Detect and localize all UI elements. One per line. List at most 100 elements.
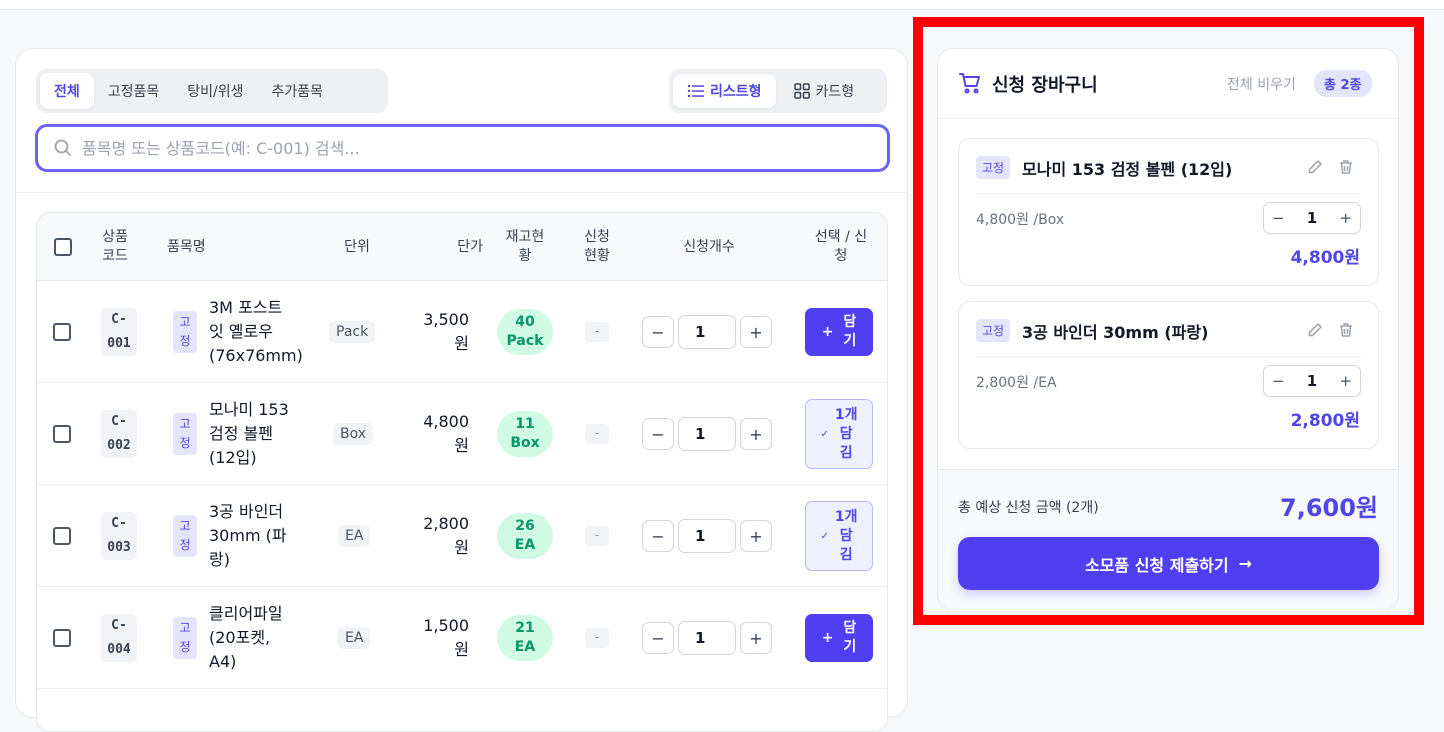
add-to-cart-button[interactable]: + 담 기 bbox=[805, 308, 873, 356]
row-checkbox[interactable] bbox=[53, 527, 71, 545]
search-icon bbox=[54, 139, 72, 157]
header-action: 선택 / 신 청 bbox=[814, 229, 868, 264]
code-cell: C- 004 bbox=[101, 587, 137, 689]
increase-button[interactable]: + bbox=[740, 316, 772, 348]
name-cell: 고 정 3M 포스트 잇 옐로우 (76x76mm) bbox=[173, 281, 313, 383]
unit-price: 4,800 원 bbox=[423, 412, 469, 455]
search-input[interactable] bbox=[82, 138, 862, 158]
quantity-input[interactable]: 1 bbox=[678, 621, 736, 655]
list-view-label: 리스트형 bbox=[710, 84, 762, 100]
list-icon bbox=[687, 84, 704, 98]
row-select-cell bbox=[53, 485, 71, 587]
status-cell: - bbox=[585, 485, 609, 587]
row-checkbox[interactable] bbox=[53, 323, 71, 341]
request-status: - bbox=[585, 628, 609, 648]
unit-price: 3,500 원 bbox=[423, 310, 469, 353]
name-cell: 고 정 3공 바인더 30mm (파 랑) bbox=[173, 485, 313, 587]
increase-button[interactable]: + bbox=[740, 520, 772, 552]
row-checkbox[interactable] bbox=[53, 629, 71, 647]
row-select-cell bbox=[53, 587, 71, 689]
unit-price: 2,800 원 bbox=[423, 514, 469, 557]
card-view-label: 카드형 bbox=[815, 84, 855, 100]
tab-extra[interactable]: 추가품목 bbox=[258, 73, 338, 109]
header-price: 단가 bbox=[457, 238, 483, 255]
header-code: 상품 코드 bbox=[102, 229, 128, 264]
add-label: 담 기 bbox=[843, 314, 857, 349]
plus-icon: + bbox=[821, 630, 834, 646]
list-view-button[interactable]: 리스트형 bbox=[673, 74, 776, 108]
product-code: C- 003 bbox=[101, 512, 137, 560]
quantity-input[interactable]: 1 bbox=[678, 417, 736, 451]
product-name: 모나미 153 검정 볼펜 (12입) bbox=[209, 400, 289, 467]
fixed-badge: 고 정 bbox=[173, 413, 197, 455]
code-cell: C- 002 bbox=[101, 383, 137, 485]
price-cell: 4,800 원 bbox=[417, 383, 469, 485]
fixed-badge: 고 정 bbox=[173, 515, 197, 557]
row-select-cell bbox=[53, 281, 71, 383]
action-cell: ✓ 1개 담 김 bbox=[805, 383, 873, 485]
add-to-cart-button[interactable]: + 담 기 bbox=[805, 614, 873, 662]
highlight-frame bbox=[913, 17, 1424, 625]
add-label: 담 기 bbox=[843, 620, 857, 655]
check-icon: ✓ bbox=[820, 428, 829, 440]
stock-cell: 26 EA bbox=[497, 485, 553, 587]
status-cell: - bbox=[585, 383, 609, 485]
category-tabs: 전체 고정품목 탕비/위생 추가품목 bbox=[36, 69, 388, 113]
unit-badge: EA bbox=[338, 525, 371, 547]
decrease-button[interactable]: − bbox=[642, 418, 674, 450]
quantity-input[interactable]: 1 bbox=[678, 519, 736, 553]
grid-icon bbox=[793, 83, 810, 99]
unit-cell: Box bbox=[333, 383, 374, 485]
added-to-cart-button[interactable]: ✓ 1개 담 김 bbox=[805, 399, 873, 469]
tab-fixed[interactable]: 고정품목 bbox=[94, 73, 174, 109]
decrease-button[interactable]: − bbox=[642, 316, 674, 348]
added-to-cart-button[interactable]: ✓ 1개 담 김 bbox=[805, 501, 873, 571]
increase-button[interactable]: + bbox=[740, 622, 772, 654]
stock-badge: 11 Box bbox=[497, 411, 553, 457]
fixed-badge: 고 정 bbox=[173, 311, 197, 353]
action-cell: + 담 기 bbox=[805, 281, 873, 383]
tab-all[interactable]: 전체 bbox=[40, 73, 94, 109]
top-bar bbox=[0, 0, 1444, 10]
decrease-button[interactable]: − bbox=[642, 622, 674, 654]
header-qty: 신청개수 bbox=[683, 238, 735, 255]
increase-button[interactable]: + bbox=[740, 418, 772, 450]
plus-icon: + bbox=[821, 324, 834, 340]
table-header: 상품 코드 품목명 단위 단가 재고현 황 신청 현황 신청개수 선택 / 신 … bbox=[37, 213, 887, 281]
unit-badge: EA bbox=[338, 627, 371, 649]
code-cell: C- 001 bbox=[101, 281, 137, 383]
row-checkbox[interactable] bbox=[53, 425, 71, 443]
status-cell: - bbox=[585, 281, 609, 383]
added-label: 1개 담 김 bbox=[834, 508, 858, 563]
product-code: C- 004 bbox=[101, 614, 137, 662]
table-row: C- 004 고 정 클리어파일 (20포켓, A4) EA 1,500 원 2… bbox=[37, 587, 887, 689]
price-cell: 1,500 원 bbox=[417, 587, 469, 689]
stock-badge: 21 EA bbox=[497, 615, 553, 661]
decrease-button[interactable]: − bbox=[642, 520, 674, 552]
card-view-button[interactable]: 카드형 bbox=[780, 74, 869, 108]
status-cell: - bbox=[585, 587, 609, 689]
qty-cell: − 1 + bbox=[642, 587, 772, 689]
unit-price: 1,500 원 bbox=[423, 616, 469, 659]
price-cell: 2,800 원 bbox=[417, 485, 469, 587]
qty-cell: − 1 + bbox=[642, 383, 772, 485]
stock-cell: 11 Box bbox=[497, 383, 553, 485]
select-all-checkbox[interactable] bbox=[54, 238, 72, 256]
product-code: C- 002 bbox=[101, 410, 137, 458]
name-cell: 고 정 모나미 153 검정 볼펜 (12입) bbox=[173, 383, 313, 485]
product-name: 클리어파일 (20포켓, A4) bbox=[209, 604, 283, 671]
request-status: - bbox=[585, 424, 609, 444]
price-cell: 3,500 원 bbox=[417, 281, 469, 383]
table-row: C- 002 고 정 모나미 153 검정 볼펜 (12입) Box 4,800… bbox=[37, 383, 887, 485]
tab-pantry[interactable]: 탕비/위생 bbox=[173, 73, 257, 109]
product-table: 상품 코드 품목명 단위 단가 재고현 황 신청 현황 신청개수 선택 / 신 … bbox=[36, 212, 888, 732]
product-code: C- 001 bbox=[101, 308, 137, 356]
unit-badge: Box bbox=[333, 423, 374, 445]
quantity-input[interactable]: 1 bbox=[678, 315, 736, 349]
added-label: 1개 담 김 bbox=[834, 406, 858, 461]
header-name: 품목명 bbox=[167, 238, 206, 255]
request-status: - bbox=[585, 322, 609, 342]
product-panel: 전체 고정품목 탕비/위생 추가품목 리스트형 카드형 품목명 또는 상품코드(… bbox=[15, 48, 908, 732]
check-icon: ✓ bbox=[820, 530, 829, 542]
request-status: - bbox=[585, 526, 609, 546]
